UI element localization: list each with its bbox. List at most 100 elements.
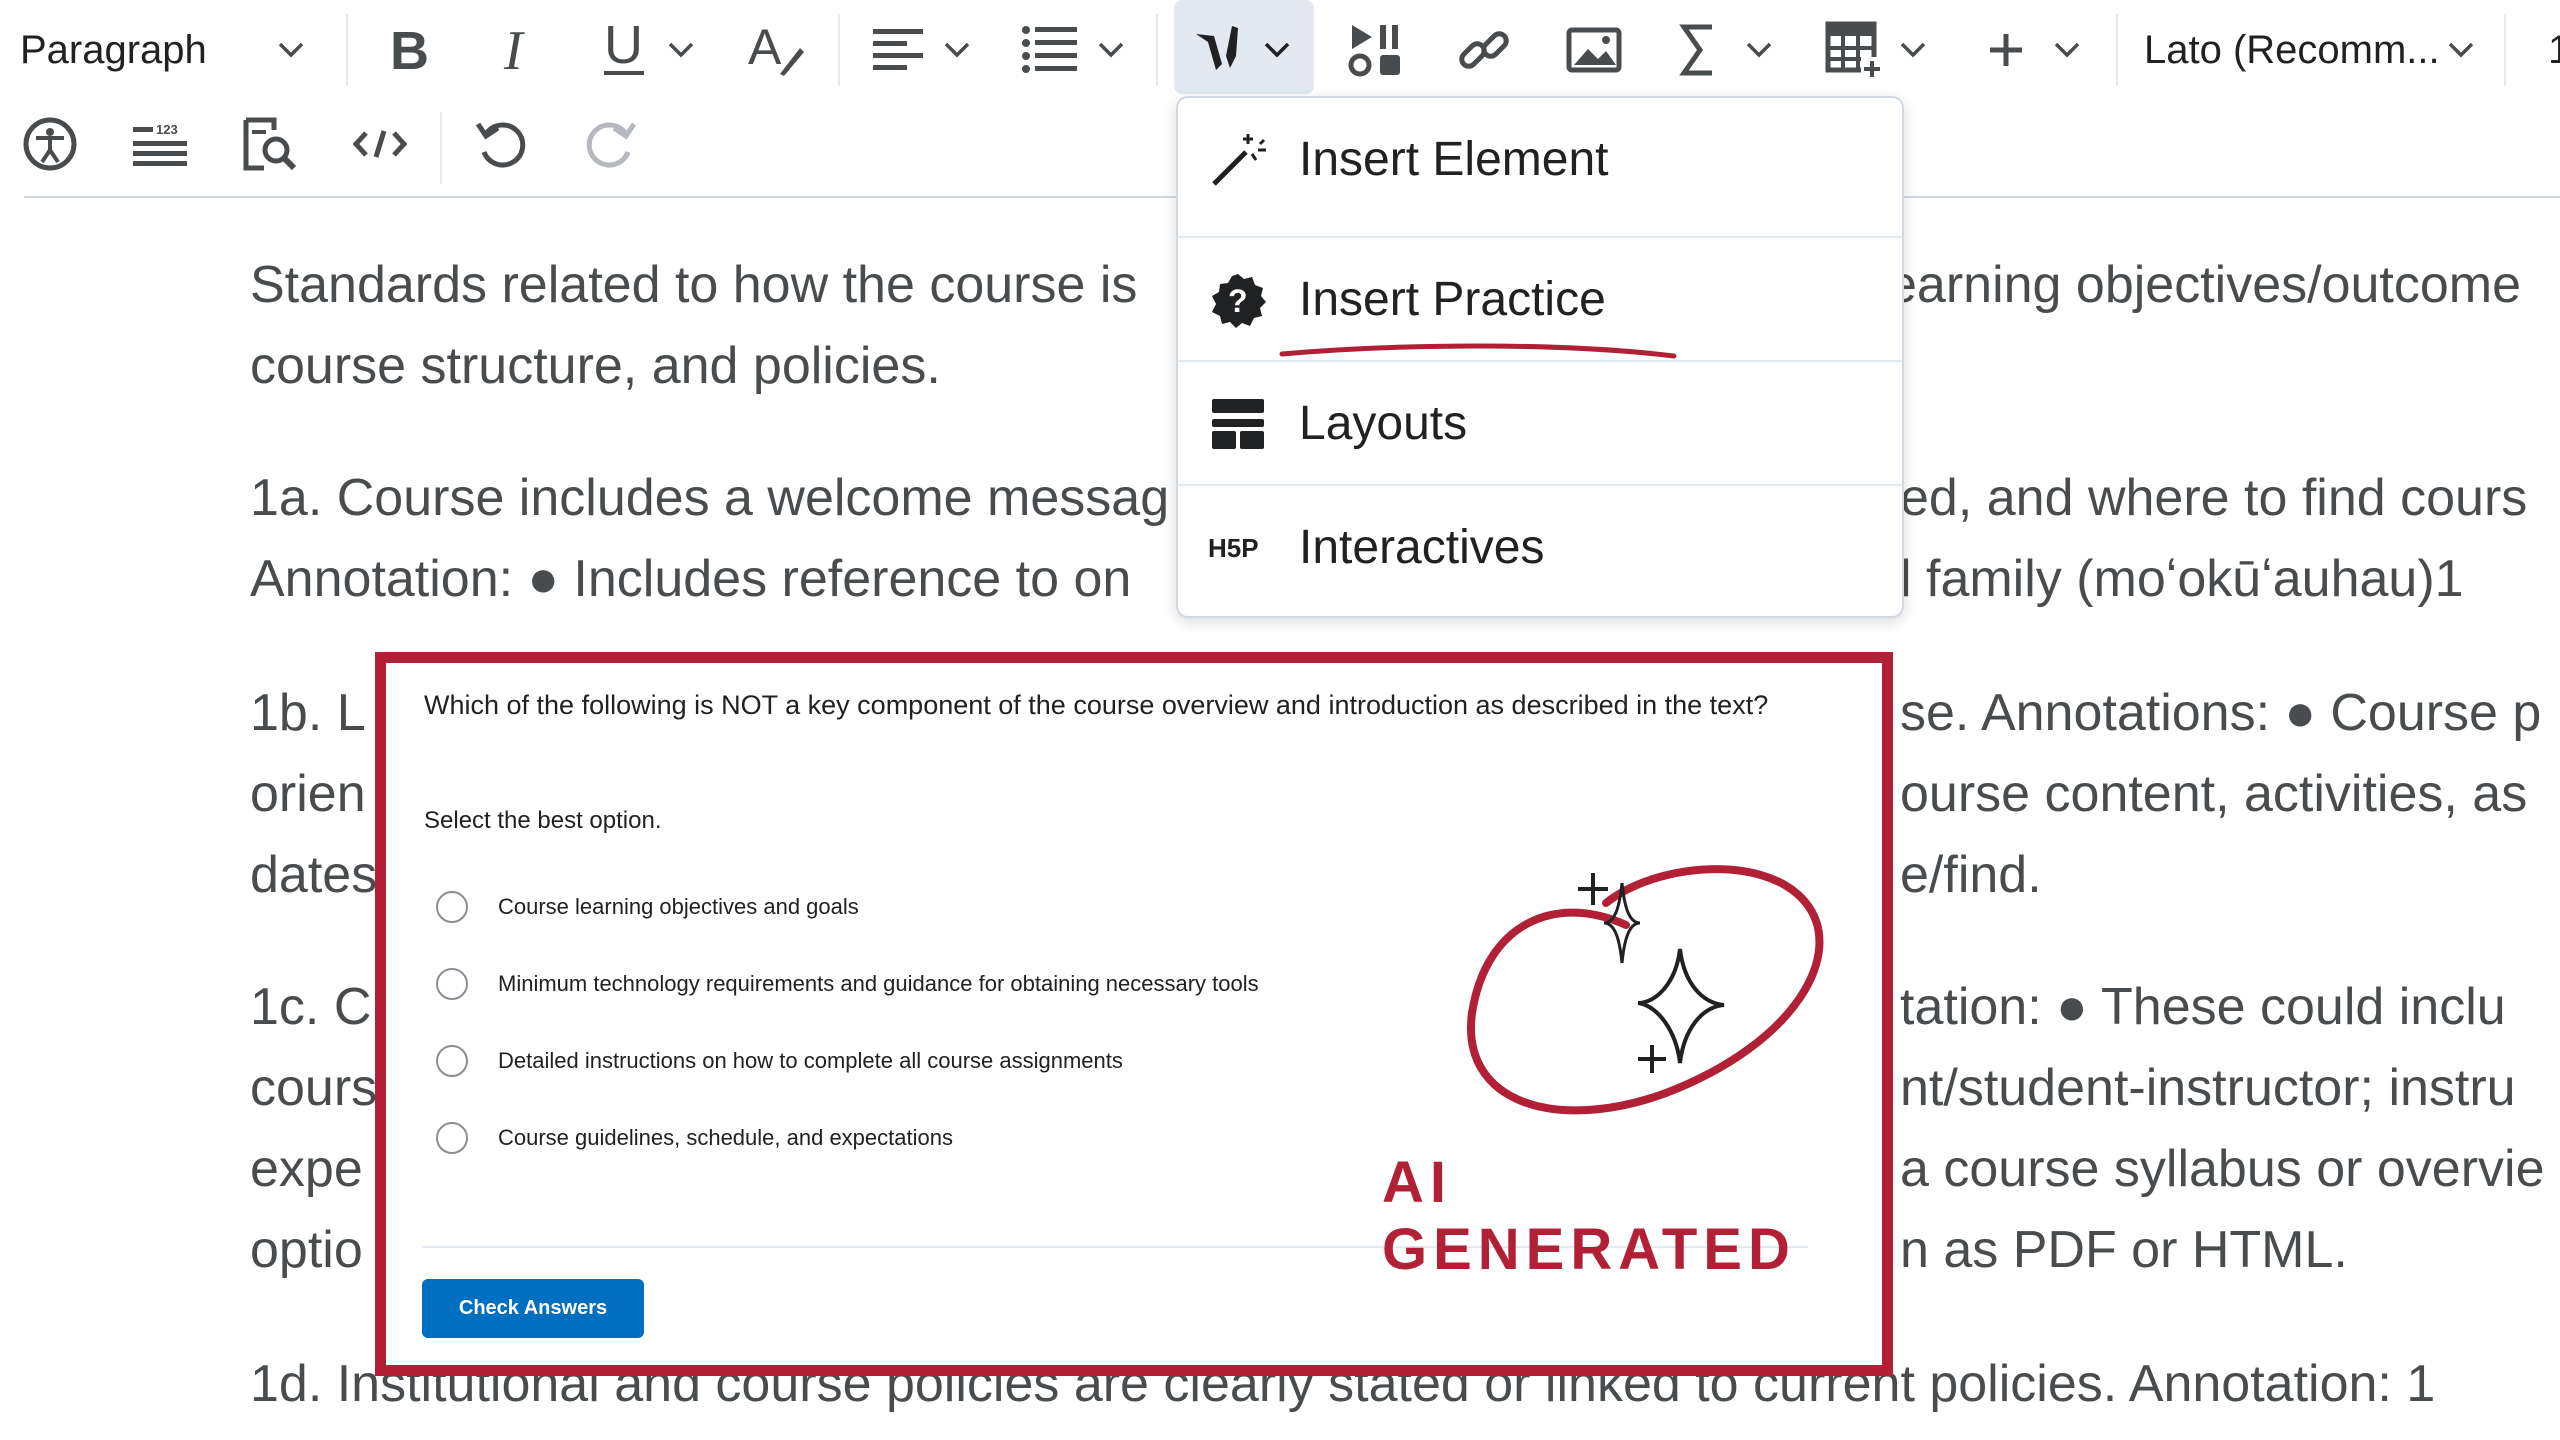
bold-button[interactable]: B bbox=[372, 18, 444, 82]
redo-button[interactable] bbox=[578, 112, 642, 176]
align-button[interactable] bbox=[862, 18, 934, 82]
question-badge-icon: ? bbox=[1208, 270, 1268, 330]
doc-line: Standards related to how the course is bbox=[250, 256, 1138, 314]
insert-more-button[interactable] bbox=[1970, 18, 2042, 82]
doc-line-fragment: n as PDF or HTML. bbox=[1900, 1221, 2348, 1279]
doc-line: cours bbox=[250, 1059, 378, 1117]
answer-option-label: Course learning objectives and goals bbox=[498, 894, 859, 919]
insert-stuff-button[interactable] bbox=[1184, 18, 1256, 82]
h5p-icon: H5P bbox=[1208, 518, 1268, 578]
answer-option[interactable]: Course guidelines, schedule, and expecta… bbox=[436, 1118, 953, 1158]
answer-option-label: Detailed instructions on how to complete… bbox=[498, 1048, 1123, 1073]
radio-button[interactable] bbox=[436, 891, 468, 923]
doc-line-fragment: e/find. bbox=[1900, 846, 2042, 904]
text-style-button[interactable]: A bbox=[740, 18, 812, 82]
doc-line-fragment: ourse content, activities, as bbox=[1900, 765, 2528, 823]
find-replace-button[interactable] bbox=[238, 112, 302, 176]
toolbar-separator bbox=[2116, 14, 2118, 86]
font-size-select[interactable]: 1 bbox=[2548, 18, 2560, 82]
bullet-list-icon bbox=[1022, 26, 1077, 73]
doc-line: expe bbox=[250, 1140, 363, 1198]
chevron-down-icon[interactable] bbox=[666, 38, 696, 62]
paragraph-format-select[interactable]: Paragraph bbox=[20, 18, 320, 82]
insert-equation-button[interactable] bbox=[1662, 18, 1734, 82]
menu-item-label: Layouts bbox=[1299, 397, 1468, 450]
check-answers-button[interactable]: Check Answers bbox=[422, 1279, 644, 1338]
underline-button[interactable]: U bbox=[588, 18, 660, 82]
chevron-down-icon bbox=[2448, 42, 2474, 58]
text-color-icon: A bbox=[748, 22, 804, 76]
doc-line-fragment: nt/student-instructor; instru bbox=[1900, 1059, 2516, 1117]
answer-option[interactable]: Detailed instructions on how to complete… bbox=[436, 1041, 1123, 1081]
menu-item-interactives[interactable]: H5P Interactives bbox=[1178, 486, 1902, 609]
menu-item-insert-element[interactable]: Insert Element bbox=[1178, 98, 1902, 221]
chevron-down-icon[interactable] bbox=[2052, 38, 2082, 62]
doc-line-fragment: l family (moʻokūʻauhau)1 bbox=[1900, 550, 2464, 608]
svg-text:A: A bbox=[748, 22, 782, 75]
insert-link-button[interactable] bbox=[1448, 18, 1520, 82]
chevron-down-icon[interactable] bbox=[1262, 38, 1292, 62]
radio-button[interactable] bbox=[436, 968, 468, 1000]
insert-image-button[interactable] bbox=[1558, 18, 1630, 82]
redo-icon bbox=[586, 122, 637, 168]
doc-line: dates bbox=[250, 846, 378, 904]
insert-media-button[interactable] bbox=[1338, 18, 1410, 82]
chevron-down-icon[interactable] bbox=[1744, 38, 1774, 62]
doc-line: optio bbox=[250, 1221, 363, 1279]
image-icon bbox=[1566, 27, 1622, 73]
highlight-underline-mark bbox=[1279, 343, 1677, 359]
paragraph-format-label: Paragraph bbox=[20, 27, 207, 72]
source-code-button[interactable] bbox=[348, 112, 412, 176]
ai-generated-label: AI GENERATED bbox=[1382, 1150, 1796, 1282]
answer-option[interactable]: Course learning objectives and goals bbox=[436, 887, 859, 927]
chevron-down-icon[interactable] bbox=[1096, 38, 1126, 62]
doc-line-fragment: earning objectives/outcome bbox=[1888, 256, 2522, 314]
question-instruction: Select the best option. bbox=[424, 807, 662, 834]
undo-icon bbox=[475, 122, 526, 168]
svg-text:I: I bbox=[503, 25, 525, 75]
insert-stuff-icon bbox=[1196, 26, 1238, 70]
svg-text:U: U bbox=[604, 21, 643, 75]
doc-line: Annotation: ● Includes reference to on bbox=[250, 550, 1132, 608]
svg-text:H5P: H5P bbox=[1208, 533, 1259, 563]
menu-item-label: Interactives bbox=[1299, 521, 1545, 574]
answer-option-label: Course guidelines, schedule, and expecta… bbox=[498, 1125, 953, 1150]
underline-icon: U bbox=[604, 21, 644, 75]
align-left-icon bbox=[873, 29, 923, 70]
radio-button[interactable] bbox=[436, 1122, 468, 1154]
chevron-down-icon[interactable] bbox=[942, 38, 972, 62]
menu-item-label: Insert Practice bbox=[1299, 273, 1606, 326]
chevron-down-icon[interactable] bbox=[1898, 38, 1928, 62]
answer-option[interactable]: Minimum technology requirements and guid… bbox=[436, 964, 1259, 1004]
practice-question-panel: Which of the following is NOT a key comp… bbox=[375, 652, 1893, 1376]
undo-button[interactable] bbox=[470, 112, 534, 176]
insert-table-button[interactable] bbox=[1818, 18, 1890, 82]
svg-text:B: B bbox=[390, 25, 429, 75]
ai-sparkle-icon bbox=[1466, 865, 1824, 1115]
doc-line-fragment: se. Annotations: ● Course p bbox=[1900, 684, 2542, 742]
list-button[interactable] bbox=[1014, 18, 1086, 82]
doc-line-fragment: a course syllabus or overvie bbox=[1900, 1140, 2545, 1198]
doc-line: course structure, and policies. bbox=[250, 337, 941, 395]
toolbar-separator bbox=[2504, 14, 2506, 86]
word-count-icon: 123 bbox=[133, 122, 187, 166]
doc-line-fragment: ed, and where to find cours bbox=[1900, 469, 2528, 527]
word-count-button[interactable]: 123 bbox=[128, 112, 192, 176]
source-code-icon bbox=[352, 130, 408, 158]
radio-button[interactable] bbox=[436, 1045, 468, 1077]
svg-text:?: ? bbox=[1228, 283, 1248, 319]
italic-button[interactable]: I bbox=[482, 18, 554, 82]
accessibility-icon bbox=[23, 117, 77, 171]
accessibility-checker-button[interactable] bbox=[18, 112, 82, 176]
toolbar-separator bbox=[346, 14, 348, 86]
doc-line: 1a. Course includes a welcome messag bbox=[250, 469, 1170, 527]
font-family-select[interactable]: Lato (Recomm... bbox=[2144, 18, 2474, 82]
chevron-down-icon bbox=[278, 42, 304, 58]
font-family-label: Lato (Recomm... bbox=[2144, 27, 2440, 72]
magic-wand-icon bbox=[1208, 130, 1268, 190]
menu-item-layouts[interactable]: Layouts bbox=[1178, 362, 1902, 485]
menu-item-label: Insert Element bbox=[1299, 133, 1609, 186]
link-icon bbox=[1459, 31, 1509, 69]
bold-icon: B bbox=[390, 25, 429, 75]
doc-line: 1b. L bbox=[250, 684, 366, 742]
